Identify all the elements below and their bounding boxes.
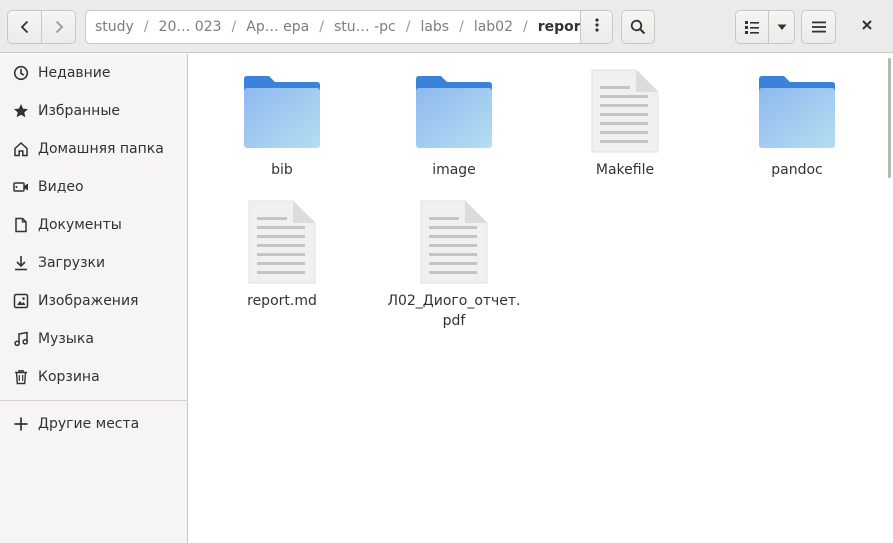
sidebar-item-label: Документы: [38, 217, 122, 233]
trash-icon: [12, 368, 30, 386]
file-name: Makefile: [595, 162, 655, 178]
file-name: Л02_Диого_отчет. pdf: [384, 291, 524, 331]
sidebar: Недавние Избранные Домашняя папка Видео …: [0, 54, 188, 543]
scrollbar-thumb[interactable]: [888, 58, 891, 178]
download-icon: [12, 254, 30, 272]
sidebar-item-label: Другие места: [38, 416, 140, 432]
file-name: pandoc: [771, 162, 823, 178]
star-icon: [12, 102, 30, 120]
video-icon: [12, 178, 30, 196]
breadcrumb-item[interactable]: study: [95, 19, 134, 35]
sidebar-item-label: Видео: [38, 179, 84, 195]
file-item-text[interactable]: Makefile: [555, 66, 695, 186]
sidebar-item-label: Избранные: [38, 103, 120, 119]
sidebar-item-label: Корзина: [38, 369, 100, 385]
home-icon: [12, 140, 30, 158]
text-file-icon: [384, 199, 524, 285]
file-item-text[interactable]: Л02_Диого_отчет. pdf: [384, 197, 524, 337]
file-item-folder[interactable]: bib: [212, 66, 352, 186]
chevron-right-icon: [51, 19, 67, 35]
sidebar-item-trash[interactable]: Корзина: [0, 359, 188, 395]
sidebar-item-downloads[interactable]: Загрузки: [0, 245, 188, 281]
sidebar-item-music[interactable]: Музыка: [0, 321, 188, 357]
document-icon: [12, 216, 30, 234]
main-menu-button[interactable]: [801, 10, 836, 44]
back-button[interactable]: [7, 10, 42, 44]
file-name-line: Л02_Диого_отчет.: [387, 293, 521, 309]
sidebar-item-label: Изображения: [38, 293, 139, 309]
view-options-button[interactable]: [768, 10, 795, 44]
search-icon: [630, 19, 646, 35]
folder-icon: [727, 71, 867, 151]
header-bar: study / 20… 023 / Ap… epa / stu… -pc / l…: [0, 0, 893, 53]
file-name: image: [432, 162, 476, 178]
hamburger-icon: [811, 19, 827, 35]
sidebar-item-starred[interactable]: Избранные: [0, 93, 188, 129]
close-icon: [860, 18, 874, 36]
search-button[interactable]: [621, 10, 655, 44]
sidebar-item-label: Недавние: [38, 65, 111, 81]
image-icon: [12, 292, 30, 310]
file-name-line: pdf: [442, 313, 466, 329]
sidebar-item-pictures[interactable]: Изображения: [0, 283, 188, 319]
breadcrumb-item[interactable]: labs: [420, 19, 449, 35]
path-menu-button[interactable]: [580, 11, 612, 43]
chevron-left-icon: [17, 19, 33, 35]
sidebar-item-home[interactable]: Домашняя папка: [0, 131, 188, 167]
file-name: report.md: [247, 293, 317, 309]
breadcrumb-item[interactable]: lab02: [474, 19, 513, 35]
file-name: bib: [271, 162, 293, 178]
breadcrumb: study / 20… 023 / Ap… epa / stu… -pc / l…: [85, 10, 613, 44]
breadcrumb-item[interactable]: Ap… epa: [246, 19, 309, 35]
sidebar-item-videos[interactable]: Видео: [0, 169, 188, 205]
sidebar-item-label: Музыка: [38, 331, 94, 347]
plus-icon: [12, 415, 30, 433]
sidebar-item-other-places[interactable]: Другие места: [0, 406, 188, 442]
file-item-folder[interactable]: pandoc: [727, 66, 867, 186]
sidebar-item-label: Домашняя папка: [38, 141, 164, 157]
breadcrumb-item[interactable]: stu… -pc: [334, 19, 396, 35]
list-view-icon: [744, 19, 760, 35]
sidebar-item-recent[interactable]: Недавние: [0, 55, 188, 91]
music-icon: [12, 330, 30, 348]
text-file-icon: [555, 68, 695, 154]
clock-icon: [12, 64, 30, 82]
close-button[interactable]: [852, 10, 882, 44]
vertical-dots-icon: [589, 17, 605, 37]
sidebar-item-documents[interactable]: Документы: [0, 207, 188, 243]
text-file-icon: [212, 199, 352, 285]
file-grid: bib image Makefile pandoc report.md Л02_…: [189, 54, 886, 543]
folder-icon: [384, 71, 524, 151]
sidebar-divider: [0, 400, 188, 401]
file-item-folder[interactable]: image: [384, 66, 524, 186]
folder-icon: [212, 71, 352, 151]
forward-button[interactable]: [41, 10, 76, 44]
file-item-text[interactable]: report.md: [212, 197, 352, 317]
triangle-down-icon: [776, 21, 788, 33]
breadcrumb-item[interactable]: 20… 023: [159, 19, 222, 35]
view-list-button[interactable]: [735, 10, 769, 44]
sidebar-item-label: Загрузки: [38, 255, 106, 271]
